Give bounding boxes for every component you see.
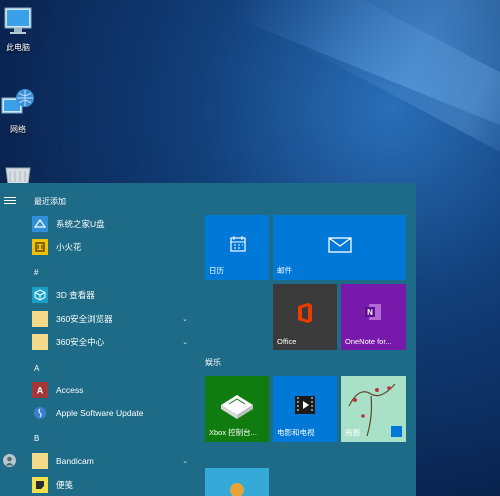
list-item-access[interactable]: A Access xyxy=(32,380,192,400)
chevron-down-icon[interactable]: ⌄ xyxy=(182,315,188,323)
list-item-label: 360安全中心 xyxy=(56,337,105,347)
user-avatar-icon[interactable] xyxy=(3,454,16,467)
hamburger-menu-icon[interactable] xyxy=(4,197,16,205)
sticky-notes-icon xyxy=(32,477,48,493)
list-item-label: Bandicam xyxy=(56,456,94,466)
folder-icon xyxy=(32,334,48,350)
mail-icon xyxy=(328,237,352,253)
list-item-usb-tool[interactable]: 系统之家U盘 xyxy=(32,214,192,234)
recycle-bin-icon xyxy=(5,167,31,185)
folder-icon xyxy=(32,453,48,469)
list-item-label: 3D 查看器 xyxy=(56,290,95,300)
calendar-icon xyxy=(230,236,246,252)
list-item-sticky-notes[interactable]: 便笺 xyxy=(32,475,192,495)
tile-label: 邮件 xyxy=(277,266,292,275)
recent-header: 最近添加 xyxy=(34,197,66,206)
tile-label: Xbox 控制台... xyxy=(209,428,257,437)
tile-group-label[interactable]: 娱乐 xyxy=(205,357,221,368)
3d-viewer-icon xyxy=(32,287,48,303)
desktop-icon-this-pc[interactable]: 此电脑 xyxy=(0,6,36,53)
chevron-down-icon[interactable]: ⌄ xyxy=(182,338,188,346)
desktop-icon-label: 此电脑 xyxy=(6,43,30,52)
tile-partial[interactable] xyxy=(205,468,269,496)
list-item-label: 360安全浏览器 xyxy=(56,314,113,324)
tile-label: 画图 xyxy=(345,428,360,437)
access-icon: A xyxy=(32,382,48,398)
tile-office[interactable]: Office xyxy=(273,284,337,350)
tile-xbox[interactable]: Xbox 控制台... xyxy=(205,376,269,442)
list-item-label: 系统之家U盘 xyxy=(56,219,105,229)
list-item-360-browser[interactable]: 360安全浏览器 ⌄ xyxy=(32,309,192,329)
apple-update-icon xyxy=(32,405,48,421)
list-item-label: 小火花 xyxy=(56,242,82,252)
list-item-label: Access xyxy=(56,385,84,395)
list-item-label: 便笺 xyxy=(56,480,74,490)
computer-icon xyxy=(4,7,32,34)
group-letter[interactable]: B xyxy=(34,434,39,443)
film-icon xyxy=(295,396,315,414)
app-icon xyxy=(230,483,244,496)
usb-tool-icon xyxy=(32,216,48,232)
list-item-apple-update[interactable]: Apple Software Update xyxy=(32,403,192,423)
spark-app-icon xyxy=(32,239,48,255)
tile-paint[interactable]: 画图 xyxy=(341,376,406,442)
list-item-3d-viewer[interactable]: 3D 查看器 xyxy=(32,285,192,305)
office-icon xyxy=(298,303,312,323)
xbox-console-icon xyxy=(221,395,253,419)
group-letter[interactable]: A xyxy=(34,364,39,373)
tile-onenote[interactable]: N OneNote for... xyxy=(341,284,406,350)
chevron-down-icon[interactable]: ⌄ xyxy=(182,457,188,465)
folder-icon xyxy=(32,311,48,327)
tile-label: 电影和电视 xyxy=(277,428,315,437)
svg-text:N: N xyxy=(367,308,373,317)
list-item-spark[interactable]: 小火花 xyxy=(32,237,192,257)
tile-movies-tv[interactable]: 电影和电视 xyxy=(273,376,337,442)
desktop-icon-label: 网络 xyxy=(10,125,26,134)
svg-text:A: A xyxy=(37,386,44,396)
tile-label: OneNote for... xyxy=(345,337,392,346)
desktop-icon-network[interactable]: 网络 xyxy=(0,88,36,135)
list-item-360-security[interactable]: 360安全中心 ⌄ xyxy=(32,332,192,352)
tile-label: Office xyxy=(277,337,297,346)
tile-calendar[interactable]: 日历 xyxy=(205,215,269,280)
onenote-icon: N xyxy=(365,304,381,320)
app-list: 最近添加 系统之家U盘 小火花 # 3D 查看器 360安全浏览器 ⌄ 360安… xyxy=(22,183,194,496)
start-menu: 最近添加 系统之家U盘 小火花 # 3D 查看器 360安全浏览器 ⌄ 360安… xyxy=(0,183,416,496)
network-icon xyxy=(1,89,34,114)
group-letter[interactable]: # xyxy=(34,268,38,277)
tile-mail[interactable]: 邮件 xyxy=(273,215,406,280)
tile-label: 日历 xyxy=(209,266,224,275)
tile-area: 日历 邮件 Office N OneNote for... 娱乐 Xbox 控制… xyxy=(194,183,416,496)
start-menu-rail xyxy=(0,183,22,496)
list-item-label: Apple Software Update xyxy=(56,408,144,418)
list-item-bandicam[interactable]: Bandicam ⌄ xyxy=(32,451,192,471)
